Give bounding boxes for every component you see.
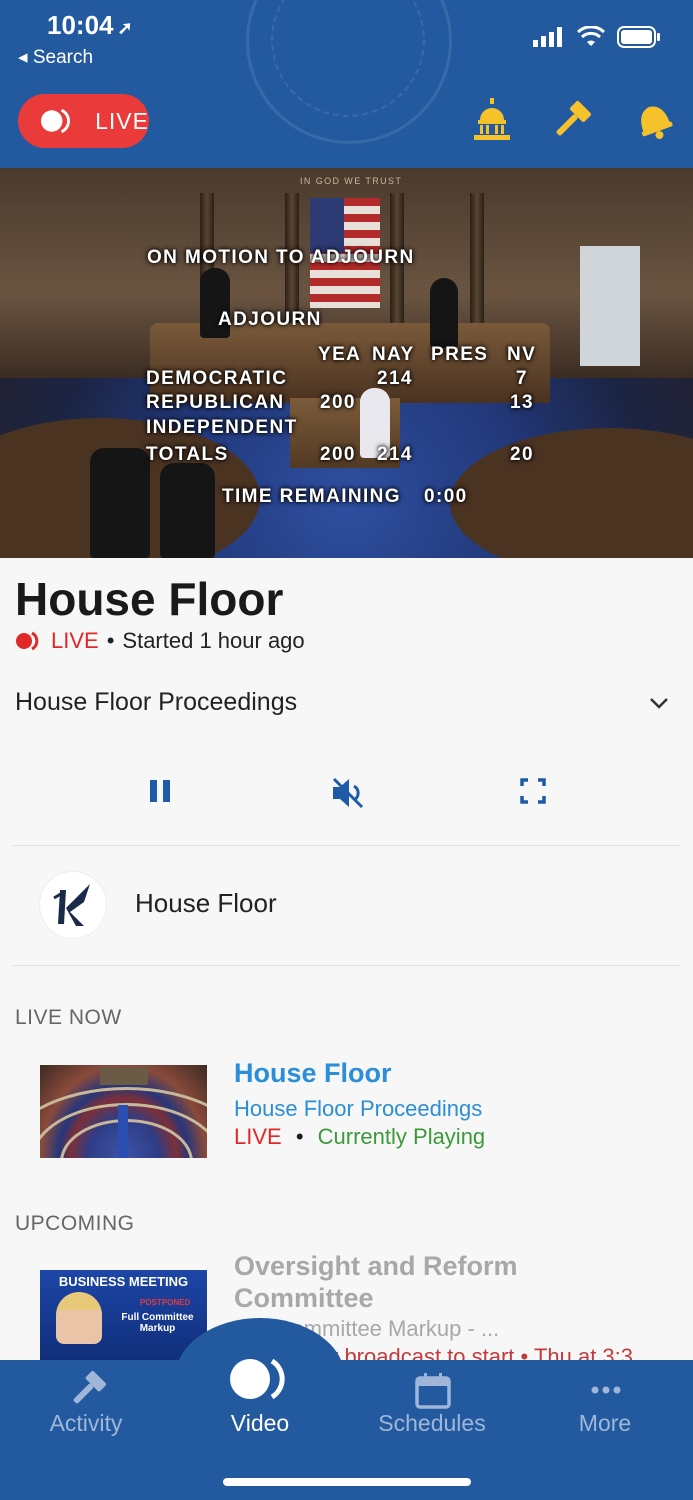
- live-now-subtitle: House Floor Proceedings: [234, 1096, 483, 1121]
- vote-col-nay: NAY: [372, 344, 415, 365]
- chevron-down-icon[interactable]: [648, 692, 670, 714]
- battery-icon: [617, 26, 660, 48]
- tab-schedules[interactable]: Schedules: [357, 1410, 507, 1437]
- bell-icon[interactable]: [632, 98, 676, 142]
- house-seal-watermark: [246, 0, 452, 144]
- live-now-thumbnail[interactable]: [40, 1065, 207, 1158]
- status-icons: [533, 26, 661, 48]
- live-toggle-button[interactable]: LIVE: [18, 94, 149, 148]
- upcoming-title[interactable]: Oversight and Reform Committee: [234, 1250, 654, 1314]
- vote-cell: 200: [320, 444, 356, 465]
- live-now-title[interactable]: House Floor: [234, 1058, 392, 1089]
- live-broadcast-icon: [40, 108, 70, 134]
- stream-status: LIVE • Started 1 hour ago: [15, 628, 305, 654]
- live-now-status: LIVE • Currently Playing: [234, 1124, 486, 1149]
- gavel-icon[interactable]: [550, 98, 594, 142]
- channel-logo[interactable]: [40, 872, 106, 938]
- vote-totals-label: TOTALS: [146, 444, 229, 465]
- speaker-photo: [56, 1292, 102, 1344]
- live-label: LIVE: [51, 628, 99, 653]
- time-remaining-value: 0:00: [424, 486, 468, 507]
- vote-cell: 20: [510, 444, 534, 465]
- upcoming-heading: UPCOMING: [15, 1212, 135, 1235]
- vote-cell: 200: [320, 392, 356, 413]
- home-indicator[interactable]: [223, 1478, 471, 1486]
- back-to-search-link[interactable]: ◂ Search: [18, 46, 93, 69]
- vote-party-independent: INDEPENDENT: [146, 417, 298, 438]
- channel-name[interactable]: House Floor: [135, 888, 277, 919]
- cellular-signal-icon: [533, 27, 562, 47]
- mute-icon[interactable]: [330, 776, 366, 810]
- channel-logo-mark: [53, 884, 90, 926]
- time-remaining-label: TIME REMAINING: [222, 486, 401, 507]
- live-broadcast-icon: [16, 631, 39, 651]
- vote-party-republican: REPUBLICAN: [146, 392, 285, 413]
- chamber-doorway: [580, 246, 640, 366]
- tab-video[interactable]: Video: [185, 1410, 335, 1437]
- vote-col-pres: PRES: [431, 344, 489, 365]
- location-arrow-icon: ➚: [117, 18, 133, 38]
- capitol-icon[interactable]: [472, 98, 512, 142]
- vote-party-democratic: DEMOCRATIC: [146, 368, 288, 389]
- wifi-icon: [577, 26, 605, 46]
- tab-activity[interactable]: Activity: [11, 1410, 161, 1437]
- live-now-heading: LIVE NOW: [15, 1006, 122, 1029]
- feed-selector[interactable]: House Floor Proceedings: [15, 688, 297, 717]
- pause-icon[interactable]: [146, 776, 174, 806]
- divider: [13, 965, 680, 966]
- more-icon[interactable]: [590, 1384, 622, 1396]
- vote-cell: 13: [510, 392, 534, 413]
- live-label: LIVE: [95, 107, 149, 134]
- motto-text: IN GOD WE TRUST: [300, 176, 403, 186]
- fullscreen-icon[interactable]: [519, 776, 547, 806]
- video-player[interactable]: IN GOD WE TRUST ON MOTION TO ADJOURN ADJ…: [0, 168, 693, 558]
- gavel-icon[interactable]: [65, 1370, 109, 1410]
- vote-cell: 214: [377, 368, 413, 389]
- live-video-icon[interactable]: [228, 1356, 292, 1402]
- app-header: 10:04 ➚ ◂ Search LIVE: [0, 0, 693, 168]
- calendar-icon[interactable]: [414, 1372, 452, 1410]
- started-time: Started 1 hour ago: [122, 628, 305, 653]
- status-time: 10:04 ➚: [47, 10, 133, 40]
- question-text: ADJOURN: [218, 309, 322, 330]
- vote-cell: 7: [516, 368, 528, 389]
- upcoming-thumbnail[interactable]: BUSINESS MEETING POSTPONED Full Committe…: [40, 1270, 207, 1362]
- divider: [13, 845, 680, 846]
- tab-more[interactable]: More: [530, 1410, 680, 1437]
- stream-title: House Floor: [15, 573, 284, 625]
- vote-col-nv: NV: [507, 344, 537, 365]
- vote-col-yea: YEA: [318, 344, 362, 365]
- vote-cell: 214: [377, 444, 413, 465]
- motion-text: ON MOTION TO ADJOURN: [147, 247, 415, 268]
